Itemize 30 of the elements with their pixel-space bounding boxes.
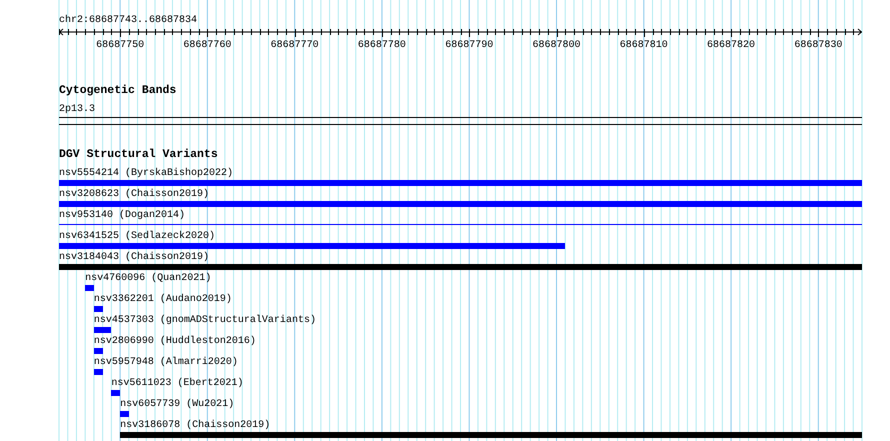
tick-label: 68687770 — [270, 40, 319, 51]
tick-label: 68687800 — [532, 40, 580, 51]
feature-label[interactable]: nsv2806990 (Huddleston2016) — [94, 336, 256, 347]
track-title: Cytogenetic Bands — [59, 84, 176, 97]
variant-bar[interactable] — [94, 327, 112, 333]
cytoband-bar[interactable] — [59, 117, 862, 125]
tick-label: 68687750 — [96, 40, 144, 51]
variant-bar[interactable] — [111, 390, 120, 396]
feature-label[interactable]: nsv5554214 (ByrskaBishop2022) — [59, 168, 234, 179]
band-label: 2p13.3 — [59, 104, 96, 115]
feature-label[interactable]: nsv953140 (Dogan2014) — [59, 210, 186, 221]
location-label: chr2:68687743..68687834 — [59, 15, 198, 26]
tick-label: 68687780 — [358, 40, 406, 51]
feature-label[interactable]: nsv4760096 (Quan2021) — [85, 273, 212, 284]
feature-label[interactable]: nsv5611023 (Ebert2021) — [111, 378, 244, 389]
feature-label[interactable]: nsv3208623 (Chaisson2019) — [59, 189, 210, 200]
variant-line[interactable] — [59, 224, 862, 225]
tick-label: 68687820 — [707, 40, 756, 51]
track-title: DGV Structural Variants — [59, 148, 218, 161]
feature-label[interactable]: nsv6341525 (Sedlazeck2020) — [59, 231, 216, 242]
feature-label[interactable]: nsv3362201 (Audano2019) — [94, 294, 232, 305]
tick-label: 68687810 — [620, 40, 668, 51]
tick-label: 68687790 — [445, 40, 494, 51]
feature-label[interactable]: nsv4537303 (gnomADStructuralVariants) — [94, 315, 316, 326]
tick-label: 68687760 — [183, 40, 232, 51]
feature-label[interactable]: nsv5957948 (Almarri2020) — [94, 357, 238, 368]
tick-label: 68687830 — [794, 40, 842, 51]
feature-label[interactable]: nsv3184043 (Chaisson2019) — [59, 252, 210, 263]
feature-label[interactable]: nsv3186078 (Chaisson2019) — [120, 420, 270, 431]
feature-label[interactable]: nsv6057739 (Wu2021) — [120, 399, 234, 410]
